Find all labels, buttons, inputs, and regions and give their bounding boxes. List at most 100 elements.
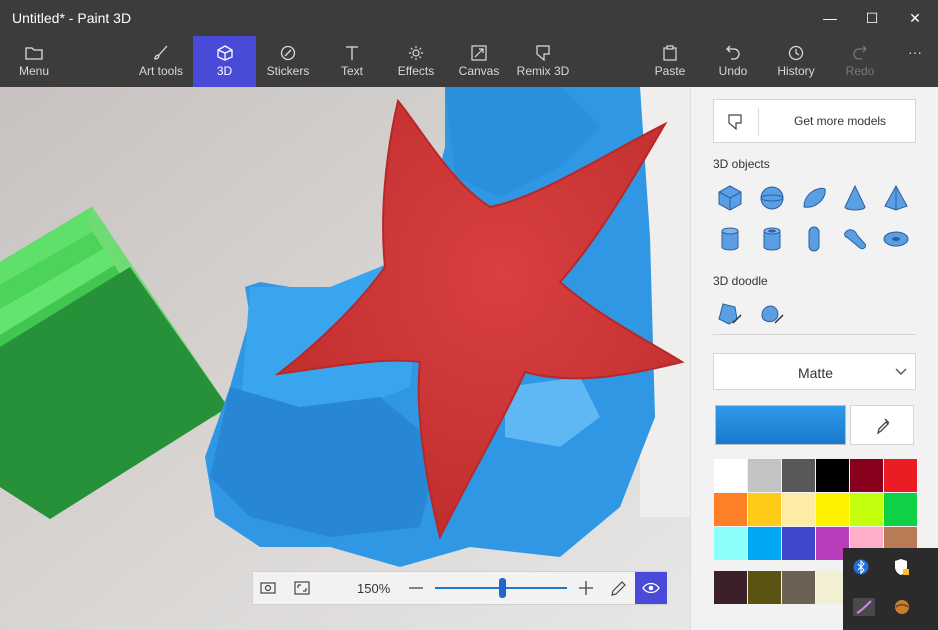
- color-swatch[interactable]: [884, 493, 917, 526]
- edit-view-button[interactable]: [609, 572, 629, 604]
- color-swatch[interactable]: [714, 459, 747, 492]
- folder-icon: [25, 47, 43, 60]
- menu-label: Menu: [18, 64, 50, 78]
- paint3d-window: Untitled* - Paint 3D — ☐ ✕ Menu Art tool…: [0, 0, 938, 630]
- minimize-button[interactable]: —: [807, 0, 853, 36]
- more-icon: ···: [908, 44, 922, 60]
- chevron-down-icon: [895, 368, 907, 375]
- eye-icon: [642, 582, 660, 594]
- torus-icon[interactable]: [881, 224, 911, 254]
- fit-to-screen-button[interactable]: [293, 572, 315, 604]
- undo-button[interactable]: Undo: [714, 36, 752, 87]
- 3d-button[interactable]: 3D: [193, 36, 256, 87]
- text-button[interactable]: Text: [330, 36, 374, 87]
- fit-screen-icon: [294, 581, 310, 595]
- canvas-label: Canvas: [458, 64, 500, 78]
- cube-icon[interactable]: [715, 183, 745, 213]
- remix-3d-button[interactable]: Remix 3D: [515, 36, 571, 87]
- art-tools-label: Art tools: [138, 64, 183, 78]
- text-icon: [346, 46, 358, 60]
- canvas-button[interactable]: Canvas: [456, 36, 502, 87]
- pen-icon[interactable]: [853, 598, 875, 616]
- capsule-icon[interactable]: [799, 224, 829, 254]
- color-swatch[interactable]: [714, 571, 747, 604]
- hemisphere-icon[interactable]: [799, 183, 829, 213]
- undo-icon: [726, 45, 740, 60]
- more-button[interactable]: ···: [900, 36, 930, 87]
- color-swatch[interactable]: [816, 459, 849, 492]
- color-swatch[interactable]: [748, 459, 781, 492]
- soft-edge-doodle-icon[interactable]: [757, 299, 787, 329]
- clipboard-icon: [663, 45, 677, 61]
- brush-icon: [154, 45, 168, 60]
- current-color-swatch[interactable]: [715, 405, 846, 445]
- pyramid-icon[interactable]: [881, 183, 911, 213]
- color-swatch[interactable]: [782, 459, 815, 492]
- bluetooth-icon[interactable]: [853, 558, 869, 576]
- view-3d-button[interactable]: [635, 572, 667, 604]
- cylinder-icon[interactable]: [715, 224, 745, 254]
- eyedropper-icon: [876, 418, 890, 435]
- history-label: History: [777, 64, 815, 78]
- sharp-edge-doodle-icon[interactable]: [715, 299, 745, 329]
- color-swatch[interactable]: [714, 527, 747, 560]
- system-tray-popup: [843, 548, 938, 630]
- divider: [758, 108, 759, 136]
- redo-button[interactable]: Redo: [842, 36, 878, 87]
- plus-icon: [579, 581, 593, 595]
- shield-icon[interactable]: [893, 558, 909, 576]
- 3d-objects-title: 3D objects: [713, 157, 770, 171]
- zoom-out-button[interactable]: [407, 572, 425, 604]
- history-button[interactable]: History: [774, 36, 818, 87]
- remix-icon: [536, 45, 550, 61]
- zoom-in-button[interactable]: [577, 572, 595, 604]
- 3d-label: 3D: [216, 64, 233, 78]
- cube-icon: [216, 45, 233, 61]
- get-more-models-button[interactable]: Get more models: [713, 99, 916, 143]
- zoom-slider[interactable]: [435, 572, 567, 604]
- remix-3d-label: Remix 3D: [516, 64, 570, 78]
- color-swatch[interactable]: [782, 571, 815, 604]
- color-swatch[interactable]: [782, 493, 815, 526]
- sphere-icon[interactable]: [757, 183, 787, 213]
- minus-icon: [409, 587, 423, 589]
- maximize-button[interactable]: ☐: [849, 0, 895, 36]
- 3d-scene[interactable]: [0, 87, 690, 630]
- color-swatch[interactable]: [884, 459, 917, 492]
- color-swatch[interactable]: [850, 459, 883, 492]
- color-swatch[interactable]: [748, 527, 781, 560]
- art-tools-button[interactable]: Art tools: [133, 36, 189, 87]
- undo-label: Undo: [718, 64, 748, 78]
- app-icon[interactable]: [893, 598, 911, 616]
- camera-icon: [260, 582, 276, 594]
- zoom-bar: 150%: [252, 571, 667, 605]
- stickers-button[interactable]: Stickers: [262, 36, 314, 87]
- tube-icon[interactable]: [757, 224, 787, 254]
- sticker-icon: [280, 45, 296, 61]
- cone-icon[interactable]: [840, 183, 870, 213]
- toolbar: Menu Art tools 3D Stickers Text Effects …: [0, 36, 938, 87]
- paste-button[interactable]: Paste: [650, 36, 690, 87]
- canvas-area[interactable]: 150%: [0, 87, 690, 630]
- menu-button[interactable]: Menu: [8, 36, 60, 87]
- color-swatch[interactable]: [748, 493, 781, 526]
- effects-label: Effects: [397, 64, 435, 78]
- close-button[interactable]: ✕: [892, 0, 938, 36]
- redo-label: Redo: [845, 64, 875, 78]
- color-swatch[interactable]: [816, 493, 849, 526]
- color-swatch[interactable]: [748, 571, 781, 604]
- zoom-slider-thumb[interactable]: [499, 578, 506, 598]
- paste-label: Paste: [654, 64, 686, 78]
- material-dropdown[interactable]: Matte: [713, 353, 916, 390]
- material-label: Matte: [797, 365, 833, 381]
- donut-icon[interactable]: [840, 224, 870, 254]
- stickers-label: Stickers: [266, 64, 310, 78]
- effects-button[interactable]: Effects: [393, 36, 439, 87]
- color-swatch[interactable]: [850, 493, 883, 526]
- screenshot-button[interactable]: [259, 572, 281, 604]
- color-swatch[interactable]: [714, 493, 747, 526]
- pencil-icon: [611, 581, 626, 596]
- eyedropper-button[interactable]: [850, 405, 914, 445]
- color-swatch[interactable]: [782, 527, 815, 560]
- sun-icon: [409, 46, 423, 60]
